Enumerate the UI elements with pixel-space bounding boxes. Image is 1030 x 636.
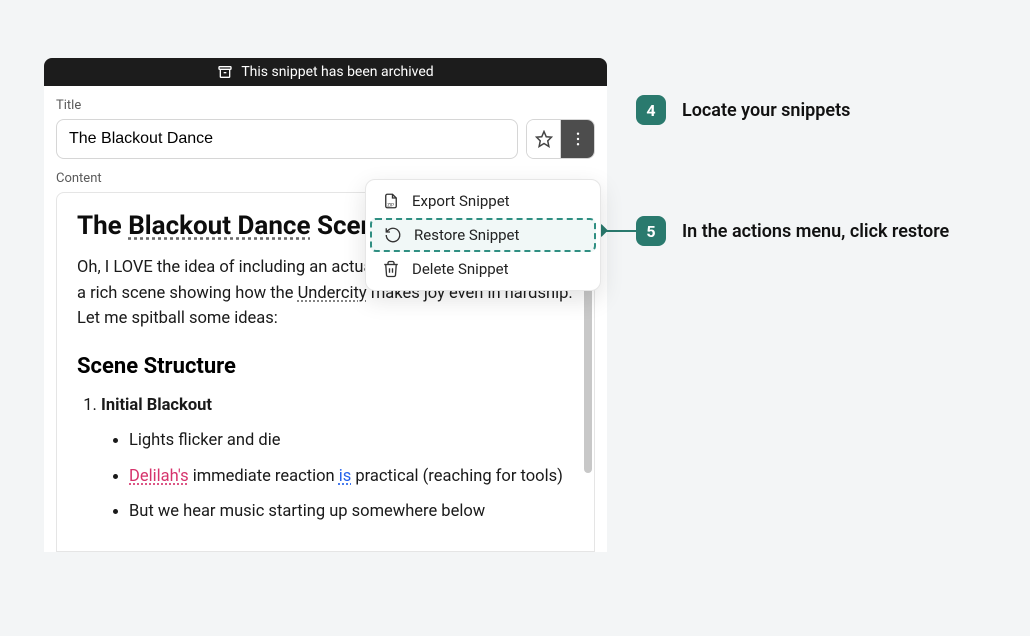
snippet-panel: This snippet has been archived Title Con…	[44, 58, 607, 552]
more-vertical-icon	[569, 130, 587, 148]
archive-banner-text: This snippet has been archived	[241, 64, 433, 80]
title-actions	[526, 119, 595, 159]
menu-item-label: Restore Snippet	[414, 226, 519, 244]
archive-banner: This snippet has been archived	[44, 58, 607, 86]
more-actions-button[interactable]	[561, 120, 594, 158]
list-item: Lights flicker and die	[129, 428, 574, 454]
annotation-step-4: 4 Locate your snippets	[636, 95, 850, 125]
title-row	[56, 119, 595, 159]
annotation-text: Locate your snippets	[682, 100, 850, 121]
menu-item-export[interactable]: ZIP Export Snippet	[370, 184, 596, 218]
title-label: Title	[56, 98, 595, 113]
list-item: Delilah's immediate reaction is practica…	[129, 464, 574, 490]
trash-icon	[382, 260, 400, 278]
file-zip-icon: ZIP	[382, 192, 400, 210]
content-list: Initial Blackout Lights flicker and die …	[77, 393, 574, 525]
annotation-step-5: 5 In the actions menu, click restore	[636, 216, 949, 246]
star-icon	[535, 130, 553, 148]
list-item: But we hear music starting up somewhere …	[129, 499, 574, 525]
annotation-badge: 5	[636, 216, 666, 246]
list-item: Initial Blackout Lights flicker and die …	[101, 393, 574, 525]
menu-item-restore[interactable]: Restore Snippet	[370, 218, 596, 252]
content-subheading: Scene Structure	[77, 354, 574, 379]
favorite-button[interactable]	[527, 120, 560, 158]
actions-menu: ZIP Export Snippet Restore Snippet Delet…	[365, 179, 601, 291]
annotation-text: In the actions menu, click restore	[682, 221, 949, 242]
restore-icon	[384, 226, 402, 244]
form-area: Title Content The Blackout Dance Scene O…	[44, 86, 607, 552]
title-input[interactable]	[56, 119, 518, 159]
menu-item-label: Delete Snippet	[412, 260, 509, 278]
svg-text:ZIP: ZIP	[387, 202, 394, 208]
menu-item-delete[interactable]: Delete Snippet	[370, 252, 596, 286]
annotation-badge: 4	[636, 95, 666, 125]
annotation-connector	[602, 230, 638, 232]
archive-icon	[217, 64, 233, 80]
menu-item-label: Export Snippet	[412, 192, 510, 210]
